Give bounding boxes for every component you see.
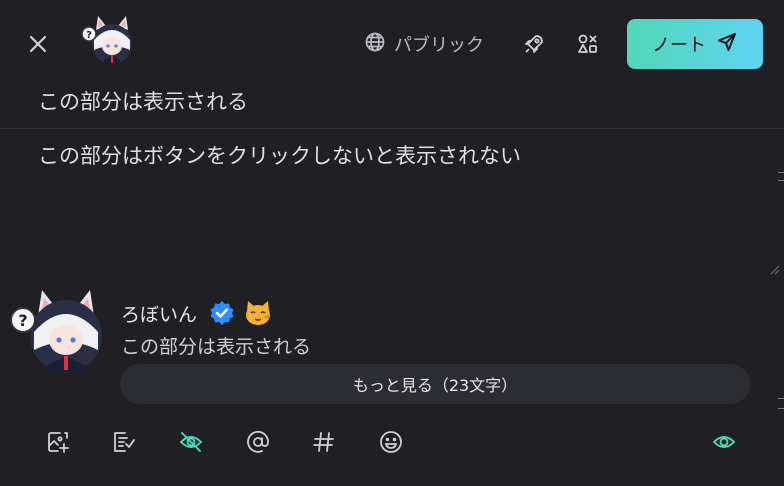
widgets-button[interactable]	[572, 28, 604, 60]
resize-handle[interactable]	[768, 260, 780, 275]
eye-off-icon	[178, 429, 204, 455]
preview-cw-text: この部分は表示される	[121, 336, 312, 358]
attach-media-button[interactable]	[40, 424, 76, 460]
post-button[interactable]: ノート	[627, 19, 763, 69]
verified-badge-icon	[209, 300, 235, 326]
emoji-button[interactable]	[373, 424, 409, 460]
account-avatar[interactable]: ?	[78, 14, 136, 66]
poll-icon	[111, 429, 137, 455]
close-button[interactable]	[22, 28, 54, 60]
shapes-icon	[576, 32, 600, 56]
close-icon	[27, 33, 49, 55]
hashtag-button[interactable]	[306, 424, 342, 460]
rocket-icon	[523, 33, 545, 55]
cw-input[interactable]: この部分は表示される	[38, 86, 248, 116]
post-button-label: ノート	[652, 35, 706, 56]
emoji-icon	[378, 429, 404, 455]
cw-toggle-button[interactable]	[173, 424, 209, 460]
cat-emoji-icon	[243, 299, 273, 327]
svg-text:?: ?	[18, 311, 27, 330]
svg-text:?: ?	[86, 30, 92, 41]
send-icon	[716, 31, 738, 58]
scroll-tick	[778, 398, 784, 399]
scroll-tick	[778, 172, 784, 173]
poll-button[interactable]	[106, 424, 142, 460]
scroll-tick	[778, 408, 784, 409]
preview-toggle-button[interactable]	[706, 424, 742, 460]
hashtag-icon	[311, 429, 337, 455]
scroll-tick	[778, 180, 784, 181]
reaction-accept-button[interactable]	[518, 28, 550, 60]
preview-avatar: ?	[8, 288, 106, 374]
visibility-button[interactable]: パブリック	[364, 30, 484, 58]
image-add-icon	[45, 429, 71, 455]
visibility-label: パブリック	[394, 35, 484, 56]
text-input[interactable]: この部分はボタンをクリックしないと表示されない	[38, 140, 521, 170]
globe-icon	[364, 31, 386, 57]
preview-user-name: ろぼいん	[121, 304, 198, 326]
mention-button[interactable]	[240, 424, 276, 460]
eye-icon	[711, 429, 737, 455]
divider	[0, 128, 784, 129]
at-icon	[245, 429, 271, 455]
show-more-button[interactable]: もっと見る（23文字）	[120, 364, 750, 404]
